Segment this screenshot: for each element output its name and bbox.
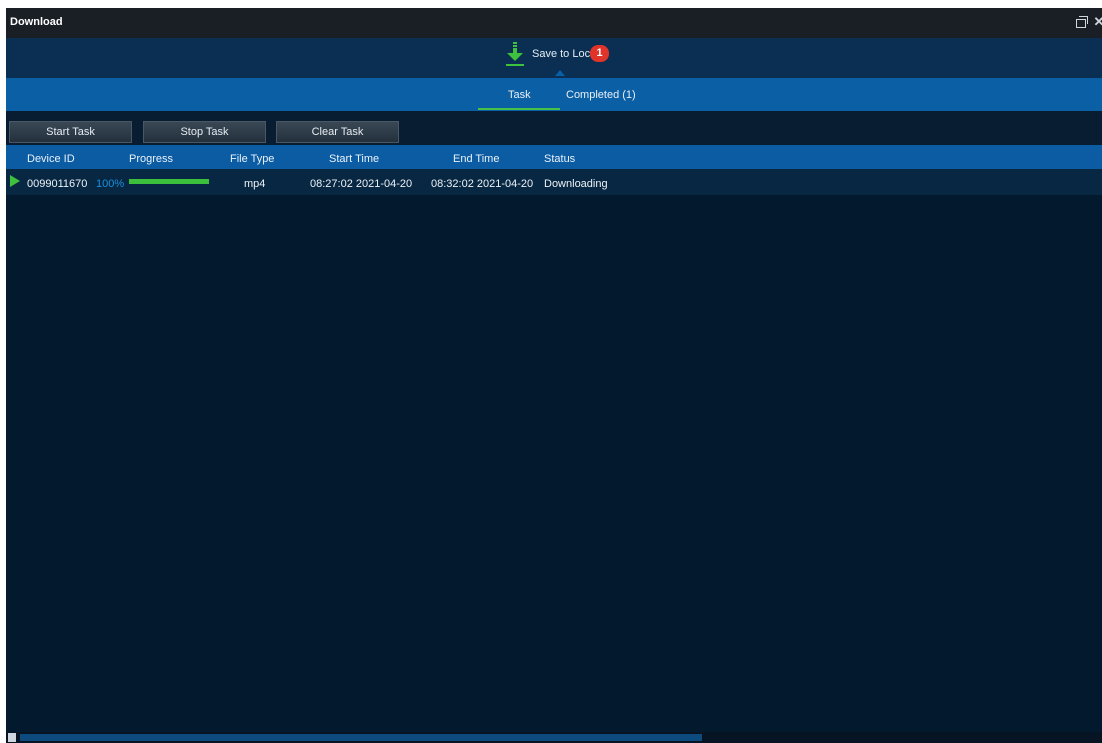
column-end-time[interactable]: End Time: [453, 153, 499, 165]
cell-start-time: 08:27:02 2021-04-20: [310, 178, 413, 190]
save-bar: Save to Local 1: [6, 38, 1102, 78]
tab-bar: Task Completed (1): [6, 78, 1102, 111]
save-to-local-label: Save to Local: [532, 48, 599, 60]
pointer-notch: [555, 70, 565, 76]
active-tab-indicator: [478, 108, 560, 110]
column-file-type[interactable]: File Type: [230, 153, 274, 165]
cell-end-time: 08:32:02 2021-04-20: [431, 178, 534, 190]
horizontal-scrollbar[interactable]: [6, 732, 1102, 743]
stop-task-button[interactable]: Stop Task: [143, 121, 266, 143]
column-device-id[interactable]: Device ID: [27, 153, 75, 165]
cell-device-id: 0099011670: [27, 178, 88, 190]
start-task-button[interactable]: Start Task: [9, 121, 132, 143]
cell-progress-percent: 100%: [96, 178, 125, 190]
toolbar: Start Task Stop Task Clear Task: [6, 111, 1102, 145]
cell-status: Downloading: [544, 178, 608, 190]
column-progress[interactable]: Progress: [129, 153, 173, 165]
notification-badge: 1: [590, 45, 609, 62]
progress-bar: [129, 179, 209, 184]
progress-bar-fill: [129, 179, 209, 184]
table-row[interactable]: 0099011670 100% mp4 08:27:02 2021-04-20 …: [6, 169, 1102, 195]
title-bar: Download ✕: [6, 8, 1102, 38]
restore-icon[interactable]: [1074, 15, 1088, 29]
column-start-time[interactable]: Start Time: [329, 153, 379, 165]
close-icon[interactable]: ✕: [1092, 15, 1102, 29]
scrollbar-thumb[interactable]: [20, 734, 702, 741]
tab-completed[interactable]: Completed (1): [566, 89, 636, 101]
column-status[interactable]: Status: [544, 153, 575, 165]
save-to-local-button[interactable]: Save to Local 1: [506, 42, 626, 70]
scroll-left-arrow[interactable]: [8, 733, 16, 742]
play-icon[interactable]: [10, 175, 20, 187]
download-arrow-icon: [506, 42, 524, 66]
download-window: Download ✕ Save to Local 1 Task Complete…: [6, 8, 1102, 743]
cell-file-type: mp4: [244, 178, 266, 190]
window-title: Download: [10, 16, 63, 28]
tab-task[interactable]: Task: [508, 89, 531, 101]
clear-task-button[interactable]: Clear Task: [276, 121, 399, 143]
table-header: Device ID Progress File Type Start Time …: [6, 145, 1102, 169]
